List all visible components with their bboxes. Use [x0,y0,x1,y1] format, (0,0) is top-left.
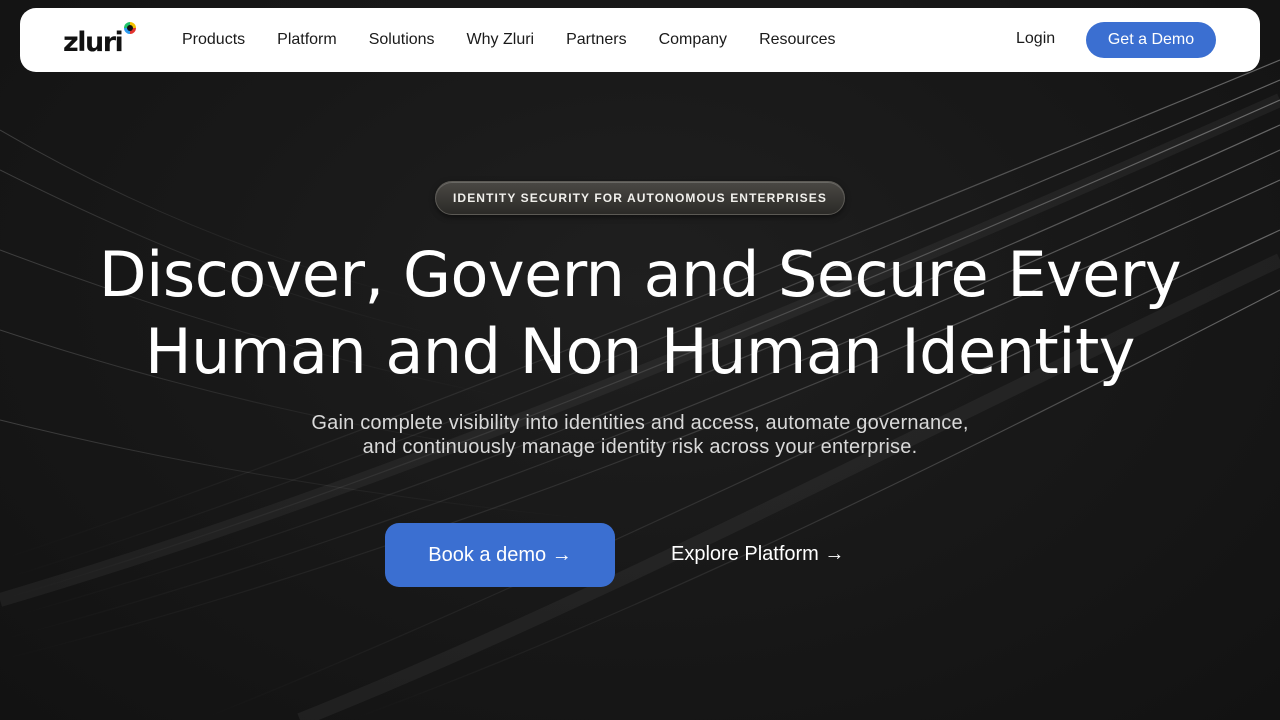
logo-ring-icon [124,22,136,34]
headline-line-1: Discover, Govern and Secure Every [98,238,1182,311]
hero-headline: Discover, Govern and Secure Every Human … [0,236,1280,390]
nav-item-company[interactable]: Company [659,31,727,49]
nav-item-resources[interactable]: Resources [759,31,835,49]
zluri-logo[interactable]: zluri [63,22,136,58]
nav-item-platform[interactable]: Platform [277,31,337,49]
nav-item-why-zluri[interactable]: Why Zluri [467,31,535,49]
hero-badge: IDENTITY SECURITY FOR AUTONOMOUS ENTERPR… [435,181,845,215]
subtitle-line-1: Gain complete visibility into identities… [311,412,969,434]
headline-line-2: Human and Non Human Identity [145,315,1135,388]
nav-menu: Products Platform Solutions Why Zluri Pa… [182,8,868,72]
book-demo-button[interactable]: Book a demo → [385,523,615,587]
nav-item-partners[interactable]: Partners [566,31,626,49]
logo-wordmark: zluri [63,27,124,58]
nav-item-solutions[interactable]: Solutions [369,31,435,49]
login-link[interactable]: Login [1016,30,1055,48]
subtitle-line-2: and continuously manage identity risk ac… [362,436,918,458]
nav-item-products[interactable]: Products [182,31,245,49]
top-navbar: zluri Products Platform Solutions Why Zl… [20,8,1260,72]
hero-subtitle: Gain complete visibility into identities… [0,411,1280,459]
get-demo-button[interactable]: Get a Demo [1086,22,1216,58]
explore-platform-link[interactable]: Explore Platform → [671,543,844,566]
